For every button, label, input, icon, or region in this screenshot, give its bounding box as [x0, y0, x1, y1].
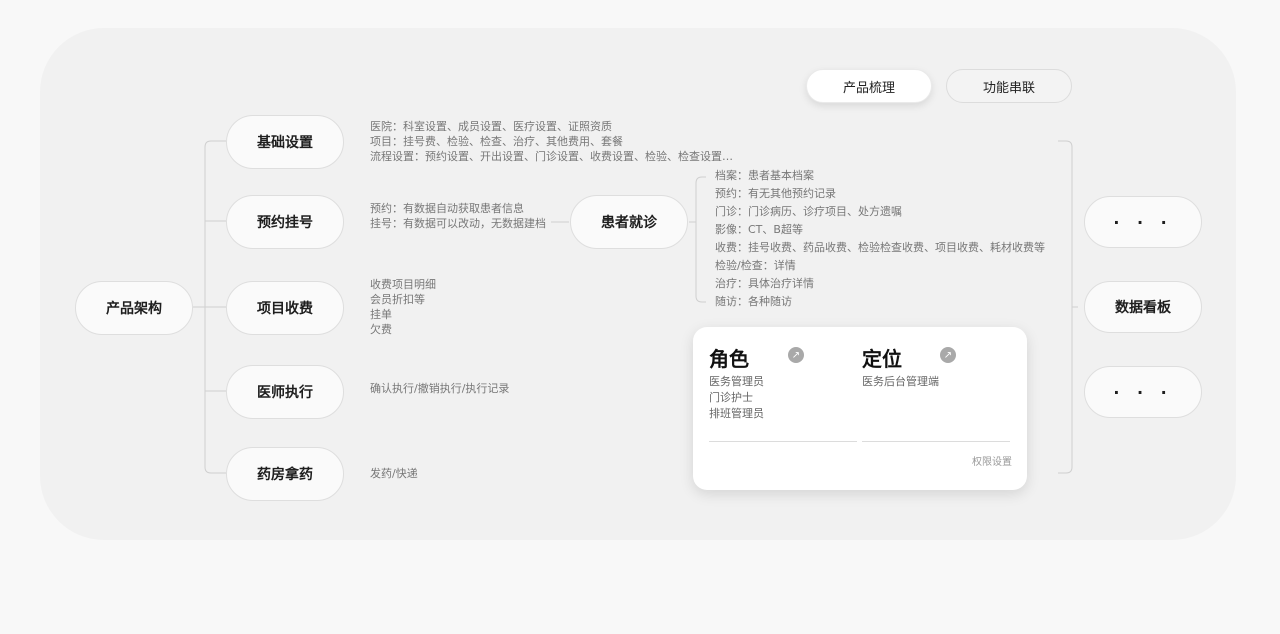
patient-item: 随访：各种随访 [715, 295, 792, 308]
pharmacy-desc: 发药/快递 [370, 466, 418, 481]
desc-line: 预约：有数据自动获取患者信息 [370, 202, 524, 215]
role-card: 角色 ↗ 医务管理员 门诊护士 排班管理员 定位 ↗ 医务后台管理端 权限设置 [693, 327, 1027, 490]
patient-visit-node: 患者就诊 [570, 195, 688, 249]
desc-line: 收费项目明细 [370, 278, 436, 291]
role-title: 角色 [709, 347, 749, 371]
patient-item: 检验/检查：详情 [715, 259, 796, 272]
tab-product-overview[interactable]: 产品梳理 [806, 69, 932, 103]
desc-line: 会员折扣等 [370, 293, 425, 306]
permission-settings-link[interactable]: 权限设置 [972, 453, 1012, 468]
position-list: 医务后台管理端 [862, 374, 939, 390]
desc-line: 确认执行/撤销执行/执行记录 [370, 382, 510, 395]
patient-item: 档案：患者基本档案 [715, 169, 814, 182]
physician-execution-desc: 确认执行/撤销执行/执行记录 [370, 381, 509, 396]
patient-item: 收费：挂号收费、药品收费、检验检查收费、项目收费、耗材收费等 [715, 241, 1045, 254]
desc-line: 医院：科室设置、成员设置、医疗设置、证照资质 [370, 120, 612, 133]
patient-item: 治疗：具体治疗详情 [715, 277, 814, 290]
role-item: 门诊护士 [709, 391, 753, 404]
divider [709, 441, 857, 442]
item-charges-desc: 收费项目明细 会员折扣等 挂单 欠费 [370, 277, 436, 337]
patient-item: 门诊：门诊病历、诊疗项目、处方遗嘱 [715, 205, 902, 218]
desc-line: 欠费 [370, 323, 392, 336]
role-item: 医务管理员 [709, 375, 764, 388]
role-item: 排班管理员 [709, 407, 764, 420]
root-node: 产品架构 [75, 281, 193, 335]
arrow-up-right-icon[interactable]: ↗ [788, 347, 804, 363]
more-node-bottom[interactable]: · · · [1084, 366, 1202, 418]
data-dashboard-node: 数据看板 [1084, 281, 1202, 333]
divider [862, 441, 1010, 442]
arrow-up-right-icon[interactable]: ↗ [940, 347, 956, 363]
desc-line: 挂单 [370, 308, 392, 321]
module-pharmacy: 药房拿药 [226, 447, 344, 501]
module-physician-execution: 医师执行 [226, 365, 344, 419]
desc-line: 项目：挂号费、检验、检查、治疗、其他费用、套餐 [370, 135, 623, 148]
desc-line: 发药/快递 [370, 467, 418, 480]
more-node-top[interactable]: · · · [1084, 196, 1202, 248]
module-appointment: 预约挂号 [226, 195, 344, 249]
module-item-charges: 项目收费 [226, 281, 344, 335]
patient-item: 影像：CT、B超等 [715, 223, 803, 236]
desc-line: 挂号：有数据可以改动，无数据建档 [370, 217, 546, 230]
tab-function-link[interactable]: 功能串联 [946, 69, 1072, 103]
module-basic-settings: 基础设置 [226, 115, 344, 169]
desc-line: 流程设置：预约设置、开出设置、门诊设置、收费设置、检验、检查设置… [370, 150, 733, 163]
appointment-desc: 预约：有数据自动获取患者信息 挂号：有数据可以改动，无数据建档 [370, 201, 546, 231]
position-title: 定位 [862, 347, 902, 371]
patient-item: 预约：有无其他预约记录 [715, 187, 836, 200]
basic-settings-desc: 医院：科室设置、成员设置、医疗设置、证照资质 项目：挂号费、检验、检查、治疗、其… [370, 119, 733, 164]
patient-visit-items: 档案：患者基本档案 预约：有无其他预约记录 门诊：门诊病历、诊疗项目、处方遗嘱 … [715, 167, 1045, 311]
position-item: 医务后台管理端 [862, 375, 939, 388]
role-list: 医务管理员 门诊护士 排班管理员 [709, 374, 764, 422]
